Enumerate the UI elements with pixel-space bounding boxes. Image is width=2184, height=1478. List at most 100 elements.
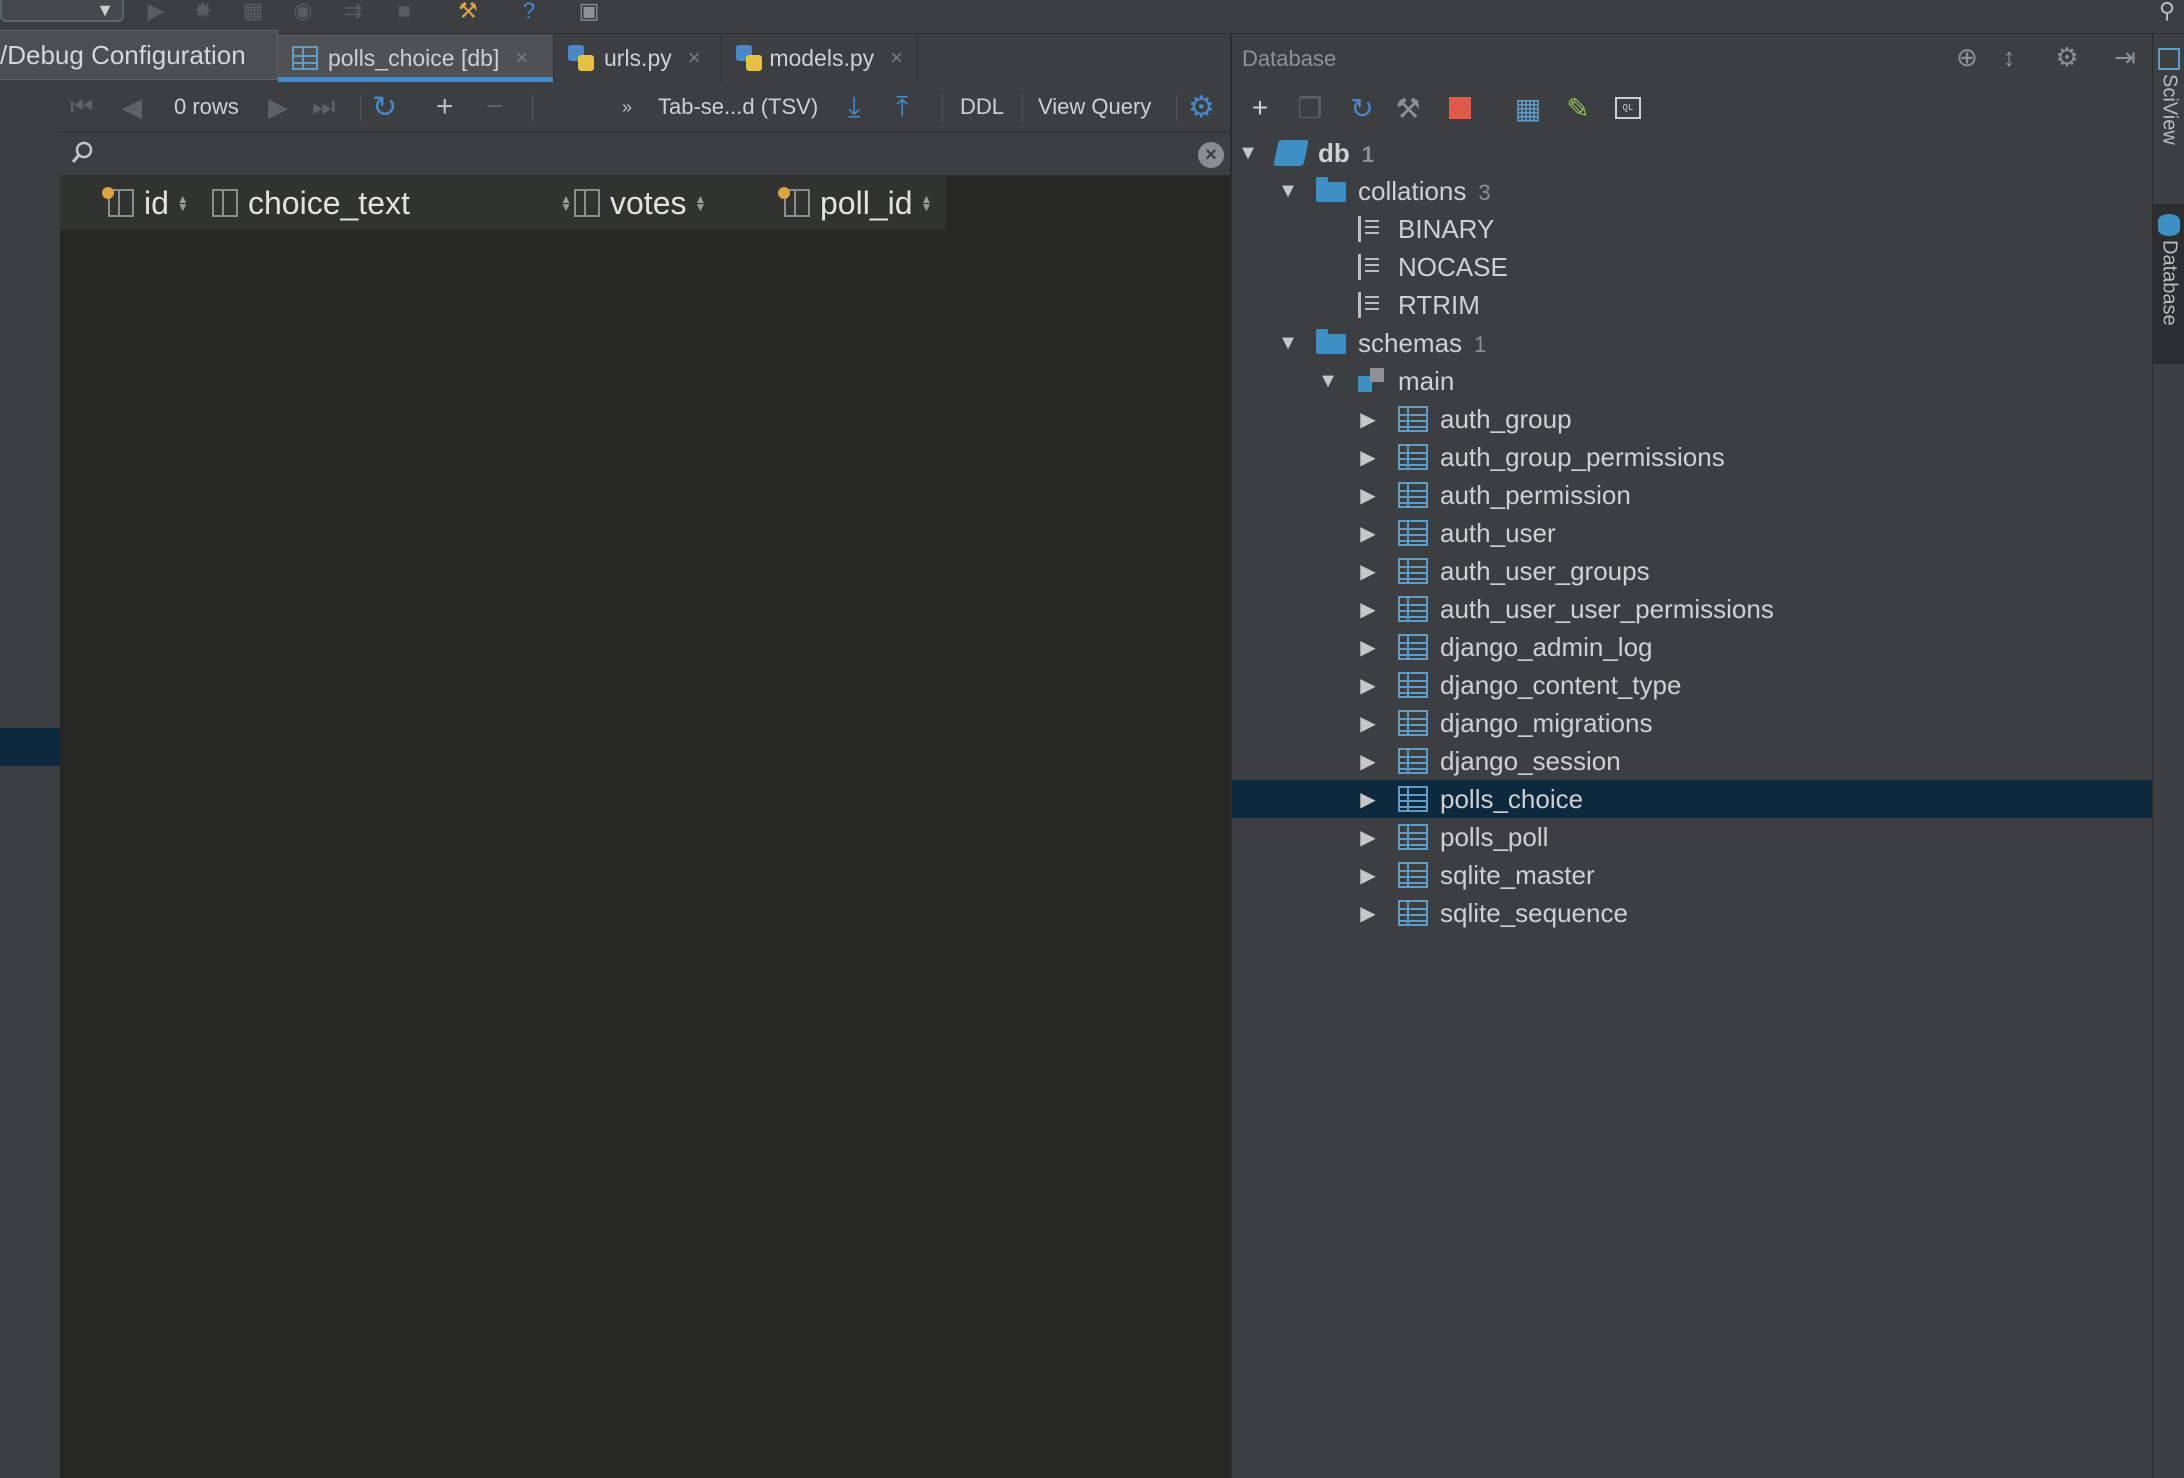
tab-database[interactable]: Database [2153,204,2184,364]
tree-node-table[interactable]: ▶ django_session [1232,742,2154,780]
search-icon[interactable] [70,140,96,166]
add-icon[interactable]: + [1244,92,1276,124]
run-icon[interactable]: ▶ [142,0,170,23]
profile-icon[interactable]: ◉ [288,0,318,23]
more-icon[interactable]: » [622,82,632,132]
tab-sciview[interactable]: SciView [2153,48,2184,208]
data-grid[interactable]: id ▲ ▼ choice_text ▲ ▼ votes ▲ ▼ poll_id ▲ ▼ [60,176,1230,1478]
refresh-icon[interactable]: ↻ [1346,92,1378,124]
tree-node-table[interactable]: ▶ polls_choice [1232,780,2154,818]
tab-urls-py[interactable]: urls.py × [554,34,722,82]
expand-arrow-icon[interactable]: ▼ [1278,180,1298,203]
tree-node-table[interactable]: ▶ django_admin_log [1232,628,2154,666]
selection-marker [0,728,60,766]
sort-icon[interactable]: ▲ ▼ [694,193,706,213]
chevron-down-icon[interactable]: ▼ [96,0,114,21]
table-view-icon[interactable]: ▦ [1512,92,1544,124]
expand-arrow-icon[interactable]: ▶ [1358,863,1378,888]
tree-node-table[interactable]: ▶ sqlite_master [1232,856,2154,894]
expand-arrow-icon[interactable]: ▶ [1358,521,1378,546]
add-row-icon[interactable]: + [436,82,454,132]
tree-node-collation[interactable]: RTRIM [1232,286,2154,324]
properties-icon[interactable]: ⚒ [1392,92,1424,124]
tree-node-table[interactable]: ▶ auth_group_permissions [1232,438,2154,476]
expand-arrow-icon[interactable]: ▶ [1358,673,1378,698]
expand-arrow-icon[interactable]: ▶ [1358,445,1378,470]
close-icon[interactable]: × [688,45,701,71]
tree-node-table[interactable]: ▶ auth_user_groups [1232,552,2154,590]
tree-node-main[interactable]: ▼ main [1232,362,2154,400]
tree-node-collation[interactable]: BINARY [1232,210,2154,248]
gear-icon[interactable]: ⚙ [2052,42,2082,72]
gear-icon[interactable]: ⚙ [1188,82,1215,132]
expand-arrow-icon[interactable]: ▼ [1238,142,1258,165]
wrench-icon[interactable]: ⚒ [452,0,484,23]
expand-arrow-icon[interactable]: ▼ [1318,370,1338,393]
column-header-votes[interactable]: votes ▲ ▼ [574,176,706,230]
clear-filter-icon[interactable]: × [1198,142,1224,168]
view-query-button[interactable]: View Query [1038,82,1151,132]
collapse-all-icon[interactable]: ↕ [1994,42,2024,72]
expand-arrow-icon[interactable]: ▶ [1358,825,1378,850]
tree-node-schemas[interactable]: ▼ schemas 1 [1232,324,2154,362]
column-header-choice-text[interactable]: choice_text ▲ ▼ [212,176,572,230]
concurrency-icon[interactable]: ⇉ [338,0,368,23]
debug-icon[interactable]: ✸ [188,0,218,23]
tab-polls-choice[interactable]: polls_choice [db] × [278,34,554,82]
tab-models-py[interactable]: models.py × [722,34,918,82]
expand-arrow-icon[interactable]: ▶ [1358,597,1378,622]
next-page-icon[interactable]: ▶ [268,82,288,132]
copy-icon[interactable]: ❐ [1294,92,1326,124]
export-format-select[interactable]: Tab-se...d (TSV) [658,82,818,132]
sort-icon[interactable]: ▲ ▼ [560,193,572,213]
tree-node-table[interactable]: ▶ polls_poll [1232,818,2154,856]
first-page-icon[interactable]: ⏮ [70,82,93,132]
expand-arrow-icon[interactable]: ▶ [1358,711,1378,736]
expand-arrow-icon[interactable]: ▶ [1358,483,1378,508]
help-icon[interactable]: ? [516,0,542,23]
tree-node-collation[interactable]: NOCASE [1232,248,2154,286]
tree-node-table[interactable]: ▶ django_content_type [1232,666,2154,704]
locate-icon[interactable]: ⊕ [1952,42,1982,72]
search-everywhere-icon[interactable]: ⚲ [2150,0,2184,23]
disconnect-icon[interactable] [1444,92,1476,124]
ddl-button[interactable]: DDL [960,82,1004,132]
sort-icon[interactable]: ▲ ▼ [177,193,189,213]
edit-source-icon[interactable]: ✎ [1562,92,1594,124]
hide-panel-icon[interactable]: ⇥ [2110,42,2140,72]
download-icon[interactable]: ⤓ [848,82,860,132]
coverage-icon[interactable]: ▦ [238,0,268,23]
primary-key-column-icon [102,187,134,217]
previous-page-icon[interactable]: ◀ [122,82,142,132]
expand-arrow-icon[interactable]: ▶ [1358,407,1378,432]
tree-node-table[interactable]: ▶ auth_group [1232,400,2154,438]
filter-row[interactable]: × [60,132,1230,176]
row-count[interactable]: 0 rows [174,82,239,132]
sdk-icon[interactable]: ▣ [574,0,604,23]
delete-row-icon[interactable]: − [486,82,504,132]
column-header-poll-id[interactable]: poll_id ▲ ▼ [778,176,933,230]
column-header-id[interactable]: id ▲ ▼ [102,176,189,230]
close-icon[interactable]: × [890,45,903,71]
tree-node-table[interactable]: ▶ auth_permission [1232,476,2154,514]
upload-icon[interactable]: ⤒ [896,82,908,132]
refresh-icon[interactable]: ↻ [372,82,397,132]
sql-console-icon[interactable]: QL [1612,92,1644,124]
tree-node-collations[interactable]: ▼ collations 3 [1232,172,2154,210]
tree-node-db[interactable]: ▼ db 1 [1232,134,2154,172]
sort-icon[interactable]: ▲ ▼ [921,193,933,213]
expand-arrow-icon[interactable]: ▶ [1358,749,1378,774]
run-configuration-combo[interactable]: ▼ [0,0,124,22]
expand-arrow-icon[interactable]: ▶ [1358,787,1378,812]
last-page-icon[interactable]: ⏭ [312,82,335,132]
tree-node-table[interactable]: ▶ auth_user [1232,514,2154,552]
expand-arrow-icon[interactable]: ▶ [1358,901,1378,926]
tree-node-table[interactable]: ▶ sqlite_sequence [1232,894,2154,932]
close-icon[interactable]: × [515,45,528,71]
tree-node-table[interactable]: ▶ auth_user_user_permissions [1232,590,2154,628]
expand-arrow-icon[interactable]: ▶ [1358,635,1378,660]
tree-node-table[interactable]: ▶ django_migrations [1232,704,2154,742]
expand-arrow-icon[interactable]: ▼ [1278,332,1298,355]
expand-arrow-icon[interactable]: ▶ [1358,559,1378,584]
stop-icon[interactable]: ■ [390,0,418,23]
